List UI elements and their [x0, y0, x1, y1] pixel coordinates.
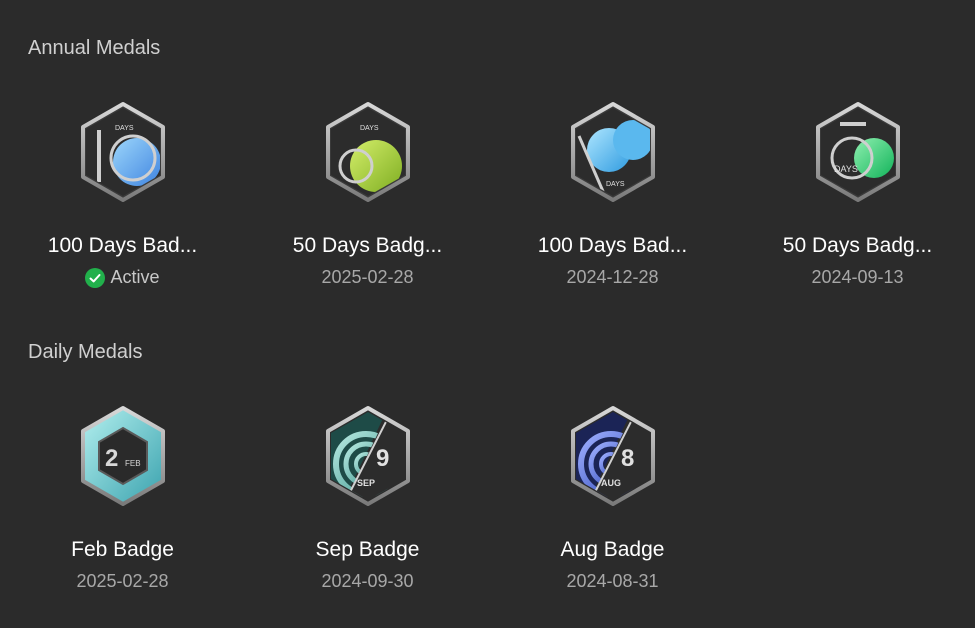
svg-text:DAYS: DAYS — [115, 125, 134, 132]
svg-text:8: 8 — [621, 445, 634, 472]
medal-card-sep[interactable]: 9 SEP Sep Badge 2024-09-30 — [245, 404, 490, 592]
active-label: Active — [110, 267, 160, 287]
svg-text:DAYS: DAYS — [360, 125, 379, 132]
check-circle-icon — [85, 267, 106, 288]
aug-badge-icon: 8 AUG — [570, 406, 655, 506]
medal-card-50-days[interactable]: DAYS 50 Days Badg... 2025-02-28 — [245, 100, 490, 288]
svg-text:FEB: FEB — [125, 459, 141, 468]
medal-card-100-days[interactable]: DAYS 100 Days Bad... 2024-12-28 — [490, 100, 735, 288]
svg-text:SEP: SEP — [357, 478, 375, 488]
medal-date: 2024-09-13 — [811, 267, 904, 287]
svg-text:9: 9 — [376, 445, 389, 472]
medal-card-aug[interactable]: 8 AUG Aug Badge 2024-08-31 — [490, 404, 735, 592]
daily-medals-grid: 2 FEB Feb Badge 2025-02-28 9 SEP Sep Bad… — [0, 404, 975, 592]
50-days-badge-icon: DAYS — [325, 102, 410, 202]
medal-card-feb[interactable]: 2 FEB Feb Badge 2025-02-28 — [0, 404, 245, 592]
annual-medals-grid: DAYS 100 Days Bad... Active DAYS 50 Days… — [0, 100, 975, 288]
100-days-badge-icon: DAYS — [80, 102, 165, 202]
medal-title: Aug Badge — [560, 538, 665, 561]
medal-title: Feb Badge — [71, 538, 174, 561]
medal-date: 2024-08-31 — [566, 571, 659, 591]
medal-title: 100 Days Bad... — [47, 234, 198, 257]
svg-text:2: 2 — [105, 445, 118, 472]
medal-title: 50 Days Badg... — [292, 234, 443, 257]
medal-date: 2024-12-28 — [566, 267, 659, 287]
svg-text:DAYS: DAYS — [834, 164, 858, 174]
medal-title: 100 Days Bad... — [537, 234, 688, 257]
medal-status: Active — [85, 267, 160, 288]
medal-title: 50 Days Badg... — [782, 234, 933, 257]
sep-badge-icon: 9 SEP — [325, 406, 410, 506]
medal-date: 2025-02-28 — [321, 267, 414, 287]
svg-text:DAYS: DAYS — [606, 181, 625, 188]
daily-medals-heading: Daily Medals — [28, 341, 143, 363]
medal-date: 2025-02-28 — [76, 571, 169, 591]
100-days-badge-icon: DAYS — [570, 102, 655, 202]
medal-date: 2024-09-30 — [321, 571, 414, 591]
feb-badge-icon: 2 FEB — [80, 406, 165, 506]
medal-title: Sep Badge — [315, 538, 420, 561]
medal-card-100-days-active[interactable]: DAYS 100 Days Bad... Active — [0, 100, 245, 288]
annual-medals-heading: Annual Medals — [28, 37, 161, 59]
medal-card-50-days[interactable]: DAYS 50 Days Badg... 2024-09-13 — [735, 100, 975, 288]
svg-text:AUG: AUG — [601, 478, 621, 488]
50-days-badge-icon: DAYS — [815, 102, 900, 202]
